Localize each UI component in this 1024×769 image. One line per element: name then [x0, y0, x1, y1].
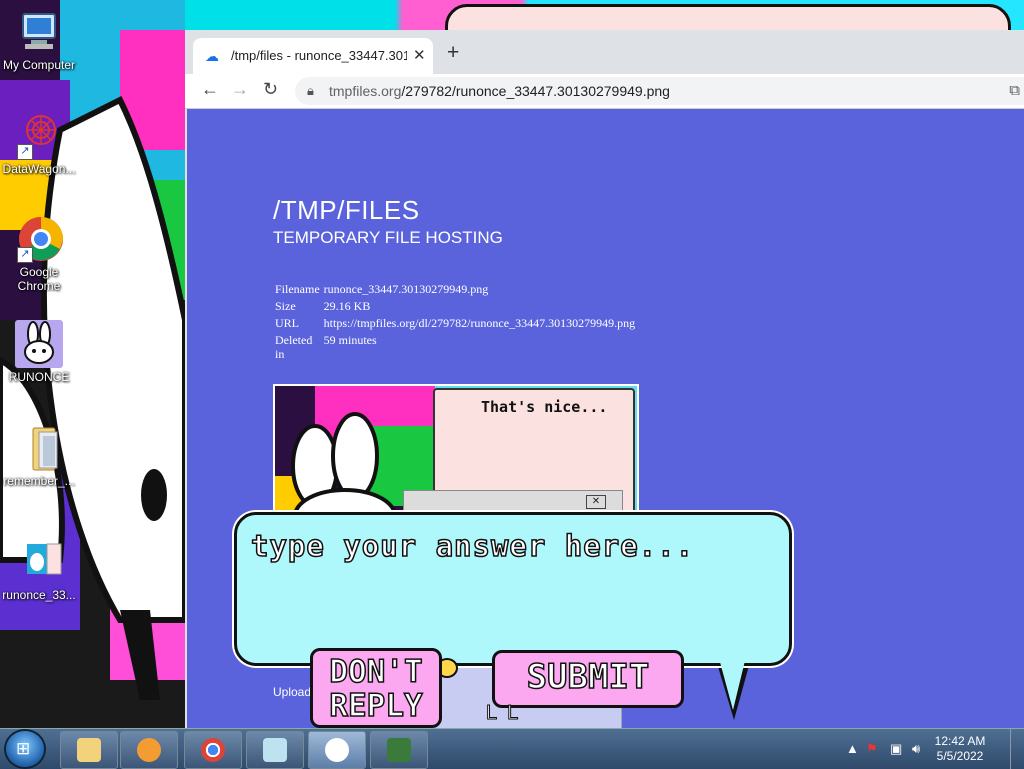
desktop-icon-remember[interactable]: remember_... — [0, 424, 78, 488]
clock[interactable]: 12:42 AM 5/5/2022 — [930, 734, 990, 764]
submit-button[interactable]: SUBMIT — [492, 650, 684, 708]
address-url: tmpfiles.org/279782/runonce_33447.301302… — [329, 83, 670, 99]
image-file-icon — [15, 538, 63, 586]
speech-bubble — [234, 512, 792, 666]
table-row: URL https://tmpfiles.org/dl/279782/runon… — [273, 315, 637, 332]
clock-date: 5/5/2022 — [936, 749, 984, 763]
shortcut-arrow-icon: ↗ — [17, 144, 33, 160]
clock-time: 12:42 AM — [934, 734, 986, 748]
info-value: 29.16 KB — [323, 299, 371, 313]
info-key: Deleted in — [275, 333, 313, 361]
address-path: /279782/runonce_33447.30130279949.png — [401, 83, 670, 99]
windows-logo-icon: ⊞ — [16, 739, 31, 758]
show-desktop-button[interactable] — [1010, 729, 1024, 769]
tab-strip: ☁ /tmp/files - runonce_33447.3013 ✕ + — [185, 30, 1024, 74]
info-key: Size — [275, 299, 296, 313]
tab-title: /tmp/files - runonce_33447.3013 — [231, 48, 407, 63]
shortcut-arrow-icon: ↗ — [17, 247, 33, 263]
reload-icon[interactable]: ↻ — [263, 79, 278, 100]
tray-expand-icon[interactable]: ▲ — [846, 741, 859, 756]
forward-icon[interactable]: → — [231, 79, 249, 100]
site-title: /TMP/FILES — [273, 195, 420, 225]
desktop-icon-runonce[interactable]: RUNONCE — [0, 320, 78, 384]
start-button[interactable]: ⊞ — [6, 731, 44, 767]
desktop-icon-label: DataWagon... — [2, 162, 76, 176]
info-value: runonce_33447.30130279949.png — [323, 282, 489, 296]
cloud-upload-icon: ☁ — [205, 48, 219, 64]
chrome-icon — [201, 738, 225, 762]
desktop-icon-label: remember_... — [3, 474, 75, 488]
share-icon[interactable]: ⧉ — [1009, 82, 1020, 99]
desktop-icon-label: Google Chrome — [17, 265, 61, 293]
app-icon — [387, 738, 411, 762]
spider-web-icon: ↗ — [15, 112, 63, 160]
close-tab-icon[interactable]: ✕ — [413, 46, 426, 64]
flag-icon[interactable]: ⚑ — [866, 741, 878, 757]
taskbar-runonce[interactable] — [308, 731, 366, 769]
taskbar: ⊞ ▲ ⚑ ▣ 🔊︎ 12:42 AM 5/5/2022 — [0, 728, 1024, 769]
bird-feet-icon: LL — [485, 702, 529, 725]
preview-text: That's nice... — [481, 398, 608, 416]
network-icon[interactable]: ▣ — [890, 741, 902, 757]
browser-toolbar: ← → ↻ 🔒︎ tmpfiles.org/279782/runonce_334… — [185, 74, 1024, 109]
browser-tab[interactable]: ☁ /tmp/files - runonce_33447.3013 ✕ — [193, 38, 433, 74]
desktop-icon-google-chrome[interactable]: ↗ Google Chrome — [0, 215, 78, 293]
address-bar[interactable]: 🔒︎ tmpfiles.org/279782/runonce_33447.301… — [295, 77, 1024, 105]
taskbar-app[interactable] — [370, 731, 428, 769]
upload-link[interactable]: Upload — [273, 685, 311, 699]
taskbar-explorer[interactable] — [60, 731, 118, 769]
table-row: Deleted in 59 minutes — [273, 332, 637, 363]
desktop-icon-label: My Computer — [2, 58, 76, 72]
desktop-icon-runonce-png[interactable]: runonce_33... — [0, 538, 78, 602]
desktop-icon-my-computer[interactable]: My Computer — [0, 8, 78, 72]
info-key: Filename — [275, 282, 320, 296]
new-tab-icon[interactable]: + — [447, 41, 459, 65]
back-icon[interactable]: ← — [201, 79, 219, 100]
taskbar-chrome[interactable] — [184, 731, 242, 769]
notepad-icon — [263, 738, 287, 762]
close-icon: ✕ — [586, 495, 606, 509]
lock-icon: 🔒︎ — [307, 83, 314, 98]
site-subtitle: TEMPORARY FILE HOSTING — [273, 228, 503, 247]
address-host: tmpfiles.org — [329, 83, 402, 99]
media-player-icon — [137, 738, 161, 762]
table-row: Size 29.16 KB — [273, 298, 637, 315]
desktop-icon-label: runonce_33... — [2, 588, 76, 602]
speech-tail-fill — [714, 640, 750, 710]
file-info-table: Filename runonce_33447.30130279949.png S… — [273, 281, 637, 363]
chrome-icon: ↗ — [15, 215, 63, 263]
taskbar-media-player[interactable] — [120, 731, 178, 769]
image-preview: That's nice... ✕ — [273, 384, 639, 528]
bunny-icon — [15, 320, 63, 368]
folder-icon — [77, 738, 101, 762]
answer-input[interactable] — [249, 527, 777, 651]
taskbar-notepad[interactable] — [246, 731, 304, 769]
dont-reply-button[interactable]: DON'T REPLY — [310, 648, 442, 728]
info-value: 59 minutes — [323, 333, 377, 347]
download-link[interactable]: https://tmpfiles.org/dl/279782/runonce_3… — [322, 315, 637, 332]
table-row: Filename runonce_33447.30130279949.png — [273, 281, 637, 298]
volume-icon[interactable]: 🔊︎ — [912, 741, 920, 757]
info-key: URL — [275, 316, 299, 330]
desktop-icon-label: RUNONCE — [8, 370, 70, 384]
computer-icon — [15, 8, 63, 56]
bunny-icon — [325, 738, 349, 762]
desktop-icon-datawagon[interactable]: ↗ DataWagon... — [0, 112, 78, 176]
folder-icon — [15, 424, 63, 472]
